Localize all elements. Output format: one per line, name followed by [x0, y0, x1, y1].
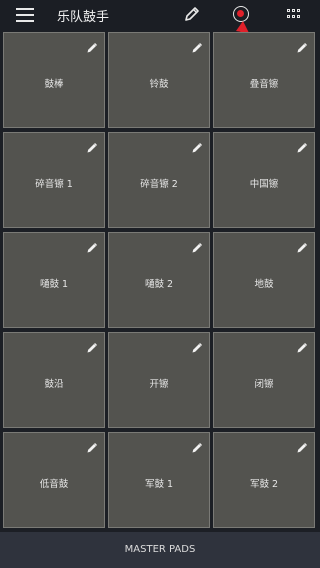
drum-pad-label: 鼓沿 [44, 379, 64, 390]
edit-pad-pencil-icon[interactable] [296, 339, 308, 353]
edit-pad-pencil-icon[interactable] [86, 339, 98, 353]
drum-pad[interactable]: 开镲 [108, 332, 210, 428]
drum-pad-label: 碎音镲 2 [140, 179, 178, 190]
drum-pad-label: 碎音镲 1 [35, 179, 73, 190]
top-app-bar: 乐队鼓手 [0, 0, 320, 30]
edit-pad-pencil-icon[interactable] [86, 439, 98, 453]
drum-pad-grid: 鼓棒 铃鼓 叠音镲碎音镲 1 碎音镲 2 中国镲嗵鼓 1 嗵鼓 2 地鼓鼓沿 开镲 闭镲低音鼓 军… [0, 30, 320, 532]
drum-pad[interactable]: 鼓棒 [3, 32, 105, 128]
drum-pad-label: 鼓棒 [44, 79, 64, 90]
drum-pad-label: 闭镲 [254, 379, 274, 390]
drum-pad-label: 开镲 [149, 379, 169, 390]
drum-pad[interactable]: 中国镲 [213, 132, 315, 228]
edit-pad-pencil-icon[interactable] [191, 339, 203, 353]
drum-pad[interactable]: 嗵鼓 1 [3, 232, 105, 328]
pencil-icon[interactable] [183, 5, 201, 23]
edit-pad-pencil-icon[interactable] [86, 39, 98, 53]
drum-pad[interactable]: 碎音镲 2 [108, 132, 210, 228]
edit-pad-pencil-icon[interactable] [191, 239, 203, 253]
drum-pad-label: 军鼓 2 [249, 479, 279, 490]
drum-pad-label: 嗵鼓 2 [144, 279, 174, 290]
edit-pad-pencil-icon[interactable] [296, 139, 308, 153]
drum-pad[interactable]: 鼓沿 [3, 332, 105, 428]
drum-pad[interactable]: 碎音镲 1 [3, 132, 105, 228]
drum-pad[interactable]: 地鼓 [213, 232, 315, 328]
drum-pad[interactable]: 军鼓 2 [213, 432, 315, 528]
drum-pad-label: 叠音镲 [249, 79, 279, 90]
edit-pad-pencil-icon[interactable] [191, 439, 203, 453]
edit-pad-pencil-icon[interactable] [296, 39, 308, 53]
edit-pad-pencil-icon[interactable] [296, 239, 308, 253]
record-button[interactable] [233, 6, 249, 22]
master-pads-label: MASTER PADS [124, 544, 196, 555]
drum-pad-label: 嗵鼓 1 [39, 279, 69, 290]
grid-icon[interactable] [287, 9, 301, 20]
drum-pad[interactable]: 嗵鼓 2 [108, 232, 210, 328]
master-pads-bar[interactable]: MASTER PADS [0, 532, 320, 568]
hamburger-menu-icon[interactable] [16, 8, 34, 22]
edit-pad-pencil-icon[interactable] [191, 39, 203, 53]
drum-pad[interactable]: 闭镲 [213, 332, 315, 428]
drum-pad[interactable]: 低音鼓 [3, 432, 105, 528]
edit-pad-pencil-icon[interactable] [86, 239, 98, 253]
record-icon [237, 10, 244, 17]
drum-pad[interactable]: 军鼓 1 [108, 432, 210, 528]
drum-pad-label: 军鼓 1 [144, 479, 174, 490]
edit-pad-pencil-icon[interactable] [296, 439, 308, 453]
drum-pad-label: 地鼓 [254, 279, 274, 290]
drum-pad[interactable]: 铃鼓 [108, 32, 210, 128]
drum-pad-label: 中国镲 [249, 179, 279, 190]
drum-pad[interactable]: 叠音镲 [213, 32, 315, 128]
drum-pad-label: 铃鼓 [149, 79, 169, 90]
edit-pad-pencil-icon[interactable] [86, 139, 98, 153]
drum-pad-label: 低音鼓 [39, 479, 69, 490]
edit-pad-pencil-icon[interactable] [191, 139, 203, 153]
app-title: 乐队鼓手 [57, 10, 110, 25]
